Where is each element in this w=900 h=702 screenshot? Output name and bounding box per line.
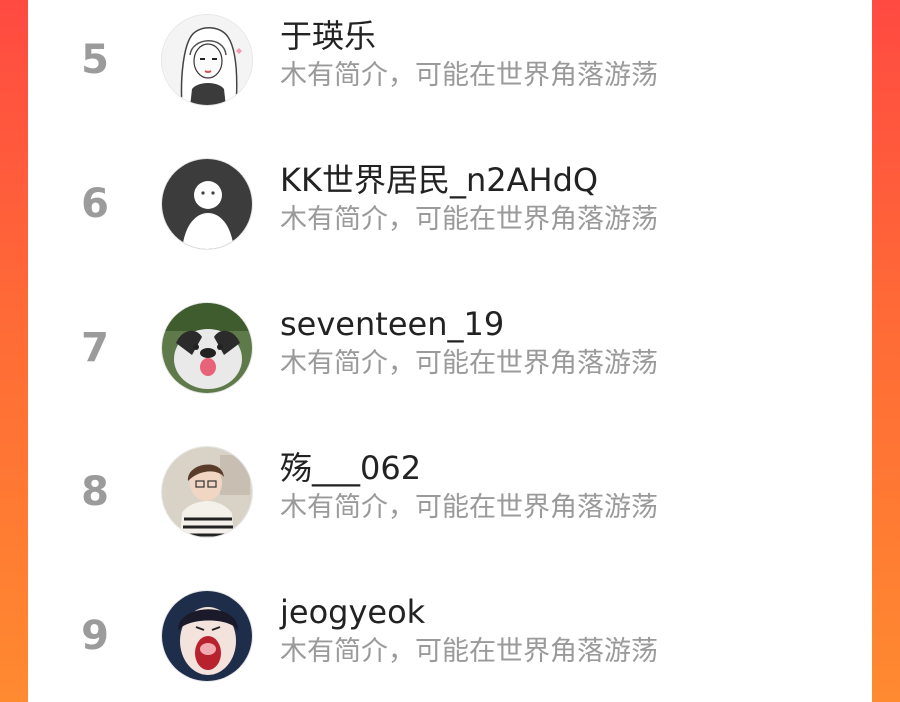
user-name: 殇___062 bbox=[280, 449, 422, 487]
rank-number: 9 bbox=[81, 613, 109, 659]
user-bio: 木有简介，可能在世界角落游荡 bbox=[280, 204, 658, 235]
user-bio: 木有简介，可能在世界角落游荡 bbox=[280, 348, 658, 379]
ranking-list-card: 5 于瑛乐 木有简介，可能在世界角落游荡 6 KK世界居民_n2AHdQ 木有简… bbox=[28, 0, 872, 702]
ranking-list-item[interactable]: 9 jeogyeok 木有简介，可能在世界角落游荡 bbox=[28, 576, 872, 696]
ranking-list-item[interactable]: 8 殇___062 木有简介，可能在世界角落游荡 bbox=[28, 432, 872, 552]
user-name: seventeen_19 bbox=[280, 305, 505, 343]
ranking-list-item[interactable]: 7 seventeen_19 木有简介，可能在世界角落游荡 bbox=[28, 288, 872, 408]
ranking-list-item[interactable]: 5 于瑛乐 木有简介，可能在世界角落游荡 bbox=[28, 0, 872, 120]
dog-photo-avatar-icon[interactable] bbox=[161, 302, 253, 394]
user-name: jeogyeok bbox=[280, 593, 426, 631]
user-bio: 木有简介，可能在世界角落游荡 bbox=[280, 492, 658, 523]
screaming-face-avatar-icon[interactable] bbox=[161, 590, 253, 682]
user-bio: 木有简介，可能在世界角落游荡 bbox=[280, 636, 658, 667]
girl-photo-avatar-icon[interactable] bbox=[161, 446, 253, 538]
rank-number: 5 bbox=[81, 37, 109, 83]
default-user-avatar-icon[interactable] bbox=[161, 158, 253, 250]
rank-number: 7 bbox=[81, 325, 109, 371]
user-bio: 木有简介，可能在世界角落游荡 bbox=[280, 60, 658, 91]
user-name: KK世界居民_n2AHdQ bbox=[280, 161, 599, 199]
sketch-girl-avatar-icon[interactable] bbox=[161, 14, 253, 106]
user-name: 于瑛乐 bbox=[280, 17, 377, 55]
rank-number: 6 bbox=[81, 181, 109, 227]
rank-number: 8 bbox=[81, 469, 109, 515]
ranking-list-item[interactable]: 6 KK世界居民_n2AHdQ 木有简介，可能在世界角落游荡 bbox=[28, 144, 872, 264]
